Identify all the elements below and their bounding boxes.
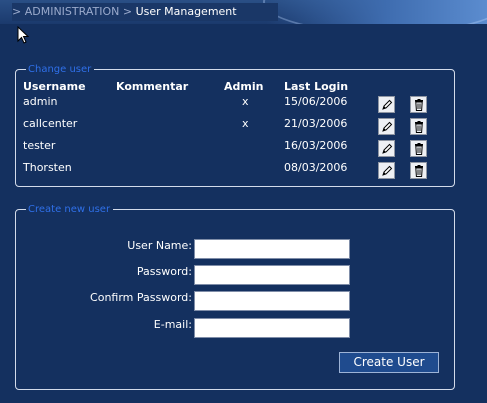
username-cell: Thorsten <box>23 161 72 174</box>
breadcrumb: > ADMINISTRATION > User Management <box>12 3 278 21</box>
delete-button[interactable] <box>410 140 427 157</box>
last-login-cell: 21/03/2006 <box>284 117 348 130</box>
username-cell: callcenter <box>23 117 78 130</box>
pencil-icon <box>382 143 393 154</box>
edit-button[interactable] <box>378 118 395 135</box>
column-header-admin: Admin <box>224 80 264 93</box>
email-label: E-mail: <box>153 318 192 331</box>
create-user-button[interactable]: Create User <box>339 352 439 373</box>
column-header-kommentar: Kommentar <box>116 80 189 93</box>
username-cell: tester <box>23 139 56 152</box>
last-login-cell: 08/03/2006 <box>284 161 348 174</box>
breadcrumb-separator: > <box>122 5 133 18</box>
trash-icon <box>415 165 423 177</box>
username-label: User Name: <box>127 239 192 252</box>
last-login-cell: 16/03/2006 <box>284 139 348 152</box>
last-login-cell: 15/06/2006 <box>284 95 348 108</box>
edit-button[interactable] <box>378 140 395 157</box>
confirm-password-field[interactable] <box>194 291 350 311</box>
trash-icon <box>415 143 423 155</box>
password-label: Password: <box>136 265 192 278</box>
email-field[interactable] <box>194 318 350 338</box>
admin-cell: x <box>242 117 249 130</box>
trash-icon <box>415 121 423 133</box>
edit-button[interactable] <box>378 96 395 113</box>
column-header-last-login: Last Login <box>284 80 349 93</box>
username-field[interactable] <box>194 239 350 259</box>
pencil-icon <box>382 99 393 110</box>
create-user-legend: Create new user <box>28 204 111 215</box>
trash-icon <box>415 99 423 111</box>
breadcrumb-item-user-management: User Management <box>135 5 237 18</box>
column-header-username: Username <box>23 80 86 93</box>
delete-button[interactable] <box>410 118 427 135</box>
top-banner: > ADMINISTRATION > User Management <box>0 0 487 24</box>
breadcrumb-item-administration[interactable]: ADMINISTRATION <box>25 5 120 18</box>
delete-button[interactable] <box>410 162 427 179</box>
banner-swoosh <box>263 0 487 24</box>
edit-button[interactable] <box>378 162 395 179</box>
password-field[interactable] <box>194 265 350 285</box>
delete-button[interactable] <box>410 96 427 113</box>
pencil-icon <box>382 165 393 176</box>
breadcrumb-separator: > <box>12 5 22 18</box>
mouse-pointer-icon <box>17 25 30 48</box>
change-user-legend: Change user <box>28 64 92 75</box>
pencil-icon <box>382 121 393 132</box>
username-cell: admin <box>23 95 58 108</box>
admin-cell: x <box>242 95 249 108</box>
confirm-password-label: Confirm Password: <box>90 291 192 304</box>
